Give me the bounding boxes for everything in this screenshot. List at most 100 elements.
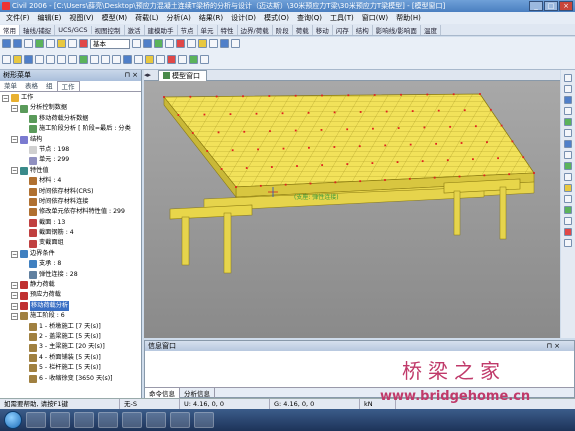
tree-node[interactable]: − 预应力荷载 bbox=[0, 290, 141, 300]
tree-tab[interactable]: 工作 bbox=[56, 81, 80, 91]
shrink-icon[interactable] bbox=[145, 55, 154, 64]
ribbon-tab[interactable]: 轴线/捕捉 bbox=[20, 24, 56, 35]
redraw-icon[interactable] bbox=[200, 55, 209, 64]
start-button[interactable] bbox=[4, 411, 22, 429]
tab-model-window[interactable]: 模型窗口 bbox=[158, 69, 207, 81]
taskbar-civil-icon[interactable] bbox=[194, 412, 214, 428]
copy-icon[interactable] bbox=[57, 55, 66, 64]
ribbon-tab[interactable]: 移动 bbox=[313, 24, 333, 35]
taskbar-qq-icon[interactable] bbox=[146, 412, 166, 428]
mesh-tool-icon[interactable] bbox=[187, 39, 196, 48]
right-tool-4-icon[interactable] bbox=[564, 107, 572, 115]
right-tool-2-icon[interactable] bbox=[564, 85, 572, 93]
expand-icon[interactable]: − bbox=[11, 167, 18, 175]
ribbon-tab[interactable]: UCS/GCS bbox=[55, 25, 92, 34]
tree-node[interactable]: +变截面组 bbox=[0, 238, 141, 248]
taskbar-ie-icon[interactable] bbox=[26, 412, 46, 428]
ribbon-tab[interactable]: 阶段 bbox=[273, 24, 293, 35]
tree-node[interactable]: +1 - 桥墩施工 [7 天(s)] bbox=[0, 322, 141, 332]
new-file-icon[interactable] bbox=[2, 55, 11, 64]
ribbon-tab[interactable]: 激活 bbox=[125, 24, 145, 35]
grid-tool-icon[interactable] bbox=[209, 39, 218, 48]
tree-node[interactable]: +修改单元依存材料特性值 : 299 bbox=[0, 207, 141, 217]
tree-node[interactable]: +6 - 收缩徐变 [3650 天(s)] bbox=[0, 374, 141, 384]
ribbon-tab[interactable]: 建模助手 bbox=[145, 24, 178, 35]
select-icon[interactable] bbox=[57, 39, 66, 48]
expand-icon[interactable]: − bbox=[11, 302, 18, 310]
ribbon-tab[interactable]: 结构 bbox=[353, 24, 373, 35]
ribbon-tab[interactable]: 单元 bbox=[198, 24, 218, 35]
result-tool-icon[interactable] bbox=[231, 39, 240, 48]
ribbon-tab[interactable]: 荷载 bbox=[293, 24, 313, 35]
tree-node[interactable]: +时间依存材料(CRS) bbox=[0, 187, 141, 197]
tree-node[interactable]: +截面 : 13 bbox=[0, 218, 141, 228]
window-select-icon[interactable] bbox=[68, 39, 77, 48]
tree-node[interactable]: − 特性值 bbox=[0, 166, 141, 176]
ribbon-tab[interactable]: 闪存 bbox=[333, 24, 353, 35]
menu-item[interactable]: 帮助(H) bbox=[392, 13, 425, 23]
expand-icon[interactable]: − bbox=[11, 281, 18, 289]
taskbar-media-icon[interactable] bbox=[74, 412, 94, 428]
tree-node[interactable]: − 结构 bbox=[0, 135, 141, 145]
right-tool-7-icon[interactable] bbox=[564, 140, 572, 148]
info-pin-icon[interactable]: ⊓ × bbox=[546, 341, 560, 351]
tree-tab[interactable]: 菜单 bbox=[0, 81, 21, 91]
print-icon[interactable] bbox=[35, 55, 44, 64]
taskbar-app-icon[interactable] bbox=[122, 412, 142, 428]
expand-icon[interactable]: − bbox=[11, 250, 18, 258]
right-tool-6-icon[interactable] bbox=[564, 129, 572, 137]
right-tool-15-icon[interactable] bbox=[564, 228, 572, 236]
tree-node[interactable]: +时间依存材料连接 bbox=[0, 197, 141, 207]
right-tool-1-icon[interactable] bbox=[564, 74, 572, 82]
menu-item[interactable]: 分析(A) bbox=[163, 13, 195, 23]
close-button[interactable]: × bbox=[559, 1, 573, 11]
side-view-icon[interactable] bbox=[112, 55, 121, 64]
taskbar-ppt-icon[interactable] bbox=[98, 412, 118, 428]
right-tool-8-icon[interactable] bbox=[564, 151, 572, 159]
run-analysis-icon[interactable] bbox=[79, 55, 88, 64]
expand-icon[interactable]: − bbox=[11, 292, 18, 300]
info-tab[interactable]: 命令信息 bbox=[145, 387, 180, 398]
undo-icon[interactable] bbox=[2, 39, 11, 48]
unit-select[interactable]: kN bbox=[360, 398, 396, 410]
right-tool-13-icon[interactable] bbox=[564, 206, 572, 214]
tree-node[interactable]: − 移动荷载分析 bbox=[0, 300, 141, 312]
tree-node[interactable]: − 边界条件 bbox=[0, 249, 141, 259]
view-combo[interactable]: 基本 bbox=[90, 38, 130, 49]
tree-node[interactable]: +材料 : 4 bbox=[0, 176, 141, 186]
right-tool-10-icon[interactable] bbox=[564, 173, 572, 181]
menu-item[interactable]: 结果(R) bbox=[195, 13, 227, 23]
tree-node[interactable]: +2 - 盖梁施工 [5 天(s)] bbox=[0, 332, 141, 342]
tree-node[interactable]: +移动荷载分析数据 bbox=[0, 114, 141, 124]
taskbar-explorer-icon[interactable] bbox=[50, 412, 70, 428]
ribbon-tab[interactable]: 温度 bbox=[421, 24, 441, 35]
ribbon-tab[interactable]: 影响线/影响面 bbox=[373, 24, 421, 35]
element-tool-icon[interactable] bbox=[143, 39, 152, 48]
label-icon[interactable] bbox=[189, 55, 198, 64]
bridge-model-drawing[interactable]: (支座: 弹性连接) bbox=[144, 81, 560, 338]
ribbon-tab[interactable]: 常用 bbox=[0, 24, 20, 35]
display-icon[interactable] bbox=[178, 55, 187, 64]
right-tool-9-icon[interactable] bbox=[564, 162, 572, 170]
right-tool-16-icon[interactable] bbox=[564, 239, 572, 247]
tree-node[interactable]: − 施工阶段 : 6 bbox=[0, 311, 141, 321]
tree-node[interactable]: +5 - 栏杆施工 [5 天(s)] bbox=[0, 363, 141, 373]
zoom-icon[interactable] bbox=[24, 39, 33, 48]
node-tool-icon[interactable] bbox=[132, 39, 141, 48]
right-tool-3-icon[interactable] bbox=[564, 96, 572, 104]
rotate-icon[interactable] bbox=[35, 39, 44, 48]
stage-tool-icon[interactable] bbox=[198, 39, 207, 48]
perspective-icon[interactable] bbox=[156, 55, 165, 64]
tree-node[interactable]: − 静力荷载 bbox=[0, 280, 141, 290]
hidden-icon[interactable] bbox=[134, 55, 143, 64]
tree-tab[interactable]: 组 bbox=[42, 81, 57, 91]
tree-node[interactable]: +单元 : 299 bbox=[0, 155, 141, 165]
tree-node[interactable]: +支承 : 8 bbox=[0, 259, 141, 269]
maximize-button[interactable]: □ bbox=[544, 1, 558, 11]
cut-icon[interactable] bbox=[46, 55, 55, 64]
expand-icon[interactable]: − bbox=[11, 312, 18, 320]
right-tool-12-icon[interactable] bbox=[564, 195, 572, 203]
ribbon-tab[interactable]: 视图控制 bbox=[92, 24, 125, 35]
menu-item[interactable]: 模型(M) bbox=[98, 13, 132, 23]
ribbon-tab[interactable]: 特性 bbox=[218, 24, 238, 35]
